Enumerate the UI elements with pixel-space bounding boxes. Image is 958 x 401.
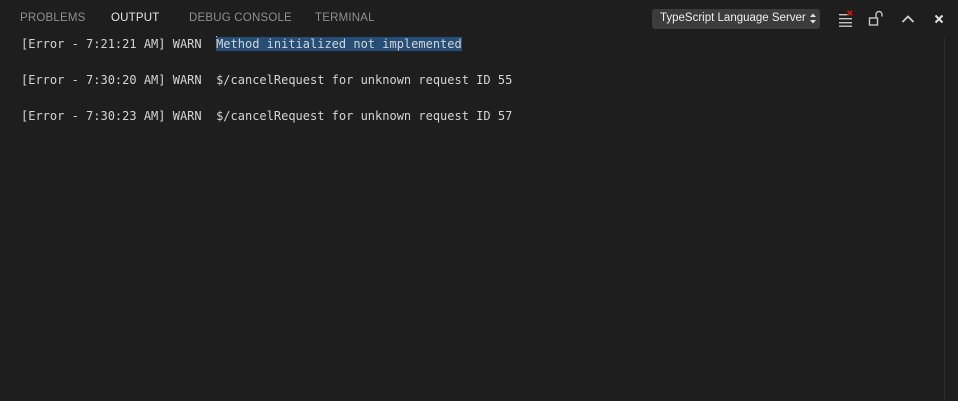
lock-scroll-icon[interactable]: [867, 10, 885, 28]
clear-output-icon[interactable]: [837, 10, 855, 28]
log-line-message-selected: Method initialized not implemented: [216, 37, 462, 51]
close-icon[interactable]: [930, 10, 948, 28]
output-panel: PROBLEMS OUTPUT DEBUG CONSOLE TERMINAL T…: [0, 0, 958, 401]
tab-terminal[interactable]: TERMINAL: [315, 12, 375, 24]
log-line: [Error - 7:30:20 AM] WARN $/cancelReques…: [21, 72, 512, 88]
log-line-message: $/cancelRequest for unknown request ID 5…: [216, 109, 513, 123]
log-line: [Error - 7:30:23 AM] WARN $/cancelReques…: [21, 108, 512, 124]
tab-problems[interactable]: PROBLEMS: [20, 12, 86, 24]
output-channel-select[interactable]: TypeScript Language Server: [652, 9, 820, 29]
vertical-scrollbar[interactable]: [944, 37, 958, 401]
log-line: [Error - 7:21:21 AM] WARN Method initial…: [21, 36, 462, 52]
log-line-prefix: [Error - 7:30:20 AM] WARN: [21, 73, 217, 87]
tab-debug-console[interactable]: DEBUG CONSOLE: [189, 12, 292, 24]
chevron-up-icon[interactable]: [899, 10, 917, 28]
log-line-prefix: [Error - 7:21:21 AM] WARN: [21, 37, 217, 51]
log-line-prefix: [Error - 7:30:23 AM] WARN: [21, 109, 217, 123]
log-line-message: $/cancelRequest for unknown request ID 5…: [216, 73, 513, 87]
tab-output[interactable]: OUTPUT: [111, 12, 159, 24]
panel-tab-bar: PROBLEMS OUTPUT DEBUG CONSOLE TERMINAL T…: [0, 0, 958, 37]
output-channel-value: TypeScript Language Server: [660, 12, 806, 24]
select-arrows-icon: [810, 13, 816, 24]
output-log[interactable]: [Error - 7:21:21 AM] WARN Method initial…: [0, 36, 944, 401]
